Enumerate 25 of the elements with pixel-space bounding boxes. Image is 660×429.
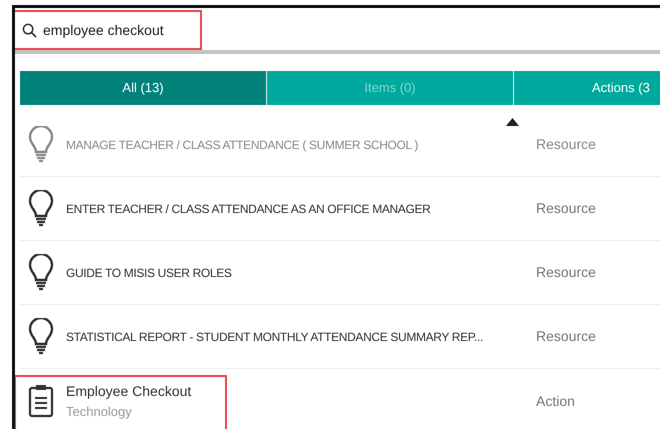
result-type: Resource [536, 263, 596, 282]
sort-caret-icon[interactable] [506, 118, 519, 126]
result-title: GUIDE TO MISIS USER ROLES [66, 264, 233, 282]
result-type: Resource [536, 135, 596, 154]
lightbulb-icon [28, 254, 54, 292]
result-title: Employee Checkout [66, 382, 192, 401]
lightbulb-icon [28, 126, 54, 164]
result-category: Technology [66, 402, 133, 421]
search-field[interactable]: employee checkout [15, 10, 202, 50]
lightbulb-icon [28, 190, 54, 228]
result-row[interactable]: ENTER TEACHER / CLASS ATTENDANCE AS AN OFFICE MANAGER Resource [20, 177, 660, 241]
result-title: ENTER TEACHER / CLASS ATTENDANCE AS AN OFFICE MANAGER [66, 200, 432, 218]
result-row[interactable]: STATISTICAL REPORT - STUDENT MONTHLY ATTENDANCE SUMMARY REP... Resource [20, 305, 660, 369]
search-input[interactable]: employee checkout [43, 20, 183, 40]
lightbulb-icon [28, 318, 54, 356]
clipboard-icon [28, 384, 54, 418]
result-type: Action [536, 392, 575, 410]
search-icon [22, 22, 37, 38]
result-title: STATISTICAL REPORT - STUDENT MONTHLY ATTENDANCE SUMMARY REP... [66, 328, 484, 346]
result-row[interactable]: Employee Checkout Technology Action [20, 369, 660, 429]
result-row[interactable]: GUIDE TO MISIS USER ROLES Resource [20, 241, 660, 305]
result-type: Resource [536, 327, 596, 346]
filter-tab[interactable]: All (13) [20, 71, 267, 105]
result-type: Resource [536, 199, 596, 218]
result-title: MANAGE TEACHER / CLASS ATTENDANCE ( SUMMER SCHOOL ) [66, 136, 419, 154]
